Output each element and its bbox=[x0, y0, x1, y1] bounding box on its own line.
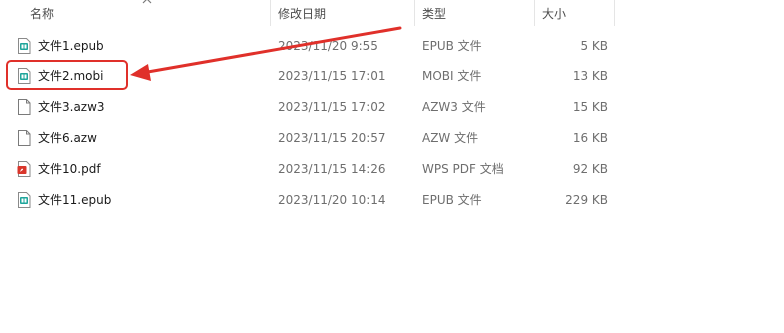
annotation-arrow-icon bbox=[130, 26, 402, 81]
file-explorer: 名称 修改日期 类型 大小 文件1.epub 2023/11/20 9:55 E… bbox=[0, 0, 784, 333]
